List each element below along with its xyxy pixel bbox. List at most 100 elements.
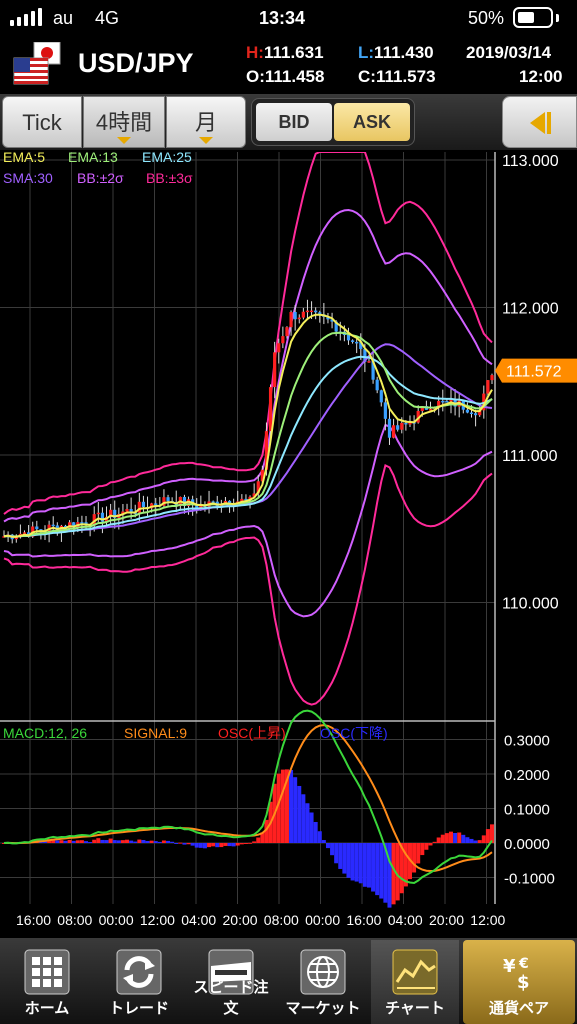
tab-month[interactable]: 月 [166, 96, 246, 148]
candle-body [293, 312, 297, 320]
macd-indicator-label: MACD:12, 26 [3, 725, 87, 741]
candle-body [469, 412, 474, 415]
macd-osc-bar [92, 839, 97, 843]
candle-body [154, 503, 158, 505]
macd-osc-bar [465, 837, 470, 843]
indicator-label: EMA:13 [68, 152, 118, 165]
ask-button[interactable]: ASK [334, 103, 410, 141]
battery-icon [513, 7, 553, 28]
candle-body [379, 390, 383, 403]
macd-osc-bar [289, 769, 294, 843]
candle-body [445, 401, 449, 403]
time-axis-label: 08:00 [264, 912, 299, 928]
macd-osc-bar [67, 839, 72, 843]
high-quote: H:111.631 [246, 43, 324, 62]
macd-osc-bar [104, 840, 109, 843]
candle-body [297, 317, 301, 320]
macd-osc-bar [440, 834, 445, 843]
macd-osc-bar [391, 843, 396, 905]
macd-osc-bar [252, 841, 257, 843]
macd-osc-bar [448, 831, 453, 843]
macd-osc-bar [412, 843, 417, 873]
macd-osc-bar [174, 843, 179, 844]
nav-speed-order[interactable]: スピード注文 [187, 940, 275, 1024]
macd-osc-bar [477, 840, 482, 843]
macd-osc-bar [243, 843, 248, 844]
close-quote: C:111.573 [358, 67, 436, 86]
price-axis-label: 110.000 [502, 596, 559, 613]
nav-market[interactable]: マーケット [279, 940, 367, 1024]
macd-axis-label: -0.1000 [504, 871, 555, 888]
refresh-arrows-icon [116, 949, 162, 995]
macd-osc-bar [211, 843, 216, 847]
candle-body [51, 524, 55, 527]
macd-osc-bar [84, 841, 89, 843]
low-quote: L:111.430 [358, 43, 434, 62]
grid-icon [24, 949, 70, 995]
nav-home[interactable]: ホーム [3, 940, 91, 1024]
macd-osc-bar [96, 838, 101, 843]
tab-tick[interactable]: Tick [2, 96, 82, 148]
back-button[interactable] [502, 96, 577, 148]
macd-axis-label: 0.3000 [504, 733, 550, 750]
macd-osc-bar [387, 843, 392, 908]
candle-body [350, 340, 355, 342]
candle-body [346, 334, 351, 341]
bb2-lower-line [3, 423, 493, 618]
price-chart[interactable]: EMA:5 EMA:13 EMA:25 SMA:30 BB:±2σ BB:±3σ MACD:… [0, 152, 577, 932]
candle-body [396, 425, 400, 430]
candle-body [383, 402, 387, 419]
macd-osc-bar [358, 843, 363, 884]
open-quote: O:111.458 [246, 67, 325, 86]
nav-chart[interactable]: チャート [371, 940, 459, 1024]
candle-body [387, 418, 392, 438]
macd-osc-bar [248, 842, 253, 844]
macd-osc-bar [161, 840, 166, 843]
macd-osc-bar [170, 841, 175, 843]
candle-body [314, 310, 318, 313]
candle-body [375, 379, 379, 391]
candle-body [367, 361, 371, 363]
macd-osc-bar [166, 840, 171, 843]
macd-osc-bar [227, 843, 232, 847]
macd-osc-bar [444, 833, 449, 843]
macd-osc-bar [153, 841, 158, 843]
macd-indicator-label: SIGNAL:9 [124, 725, 187, 741]
time-axis-label: 20:00 [429, 912, 464, 928]
candle-body [490, 375, 494, 381]
bb3-upper-line [3, 152, 493, 515]
macd-osc-bar [461, 834, 466, 843]
macd-osc-bar [301, 794, 306, 843]
macd-osc-bar [79, 840, 84, 843]
clock: 13:34 [259, 8, 306, 28]
macd-osc-bar [63, 840, 68, 843]
tab-period[interactable]: 4時間 [83, 96, 165, 148]
indicator-label: EMA:5 [3, 152, 45, 165]
time-axis-label: 08:00 [57, 912, 92, 928]
macd-osc-bar [338, 843, 343, 869]
macd-axis-label: 0.2000 [504, 767, 550, 784]
macd-indicator-label: OSC(上昇) [218, 725, 286, 741]
macd-osc-bar [366, 843, 371, 888]
indicator-label: BB:±2σ [77, 170, 124, 186]
nav-trade[interactable]: トレード [95, 940, 183, 1024]
time-axis-label: 12:00 [140, 912, 175, 928]
macd-osc-bar [432, 841, 437, 843]
indicator-label: EMA:25 [142, 152, 192, 165]
candle-body [96, 512, 100, 515]
currency-flags-icon[interactable] [12, 42, 62, 88]
macd-osc-bar [334, 843, 339, 864]
macd-osc-bar [256, 837, 261, 843]
macd-osc-bar [350, 843, 355, 881]
macd-osc-bar [71, 840, 76, 843]
quote-date: 2019/03/14 [466, 43, 552, 62]
time-axis-label: 16:00 [16, 912, 51, 928]
nav-currency-pair[interactable]: ¥ € $ 通貨ペア [463, 940, 575, 1024]
bid-button[interactable]: BID [256, 103, 332, 141]
macd-osc-bar [198, 843, 203, 848]
macd-osc-bar [317, 831, 322, 843]
macd-osc-bar [157, 841, 162, 843]
macd-osc-bar [330, 843, 335, 856]
candle-body [22, 532, 27, 534]
macd-osc-bar [342, 843, 347, 874]
